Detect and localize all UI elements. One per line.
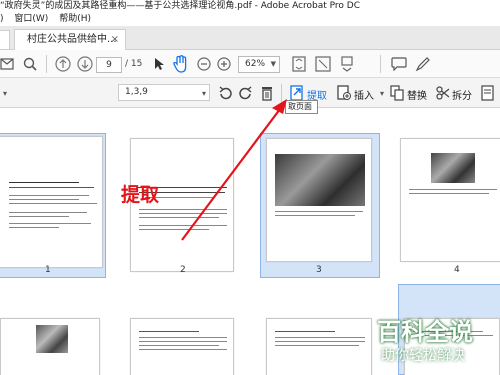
watermark-title: 百科全说: [377, 318, 473, 346]
watermark-subtitle: 助你轻松解决: [381, 348, 465, 364]
annotation-label: 提取: [121, 184, 160, 206]
